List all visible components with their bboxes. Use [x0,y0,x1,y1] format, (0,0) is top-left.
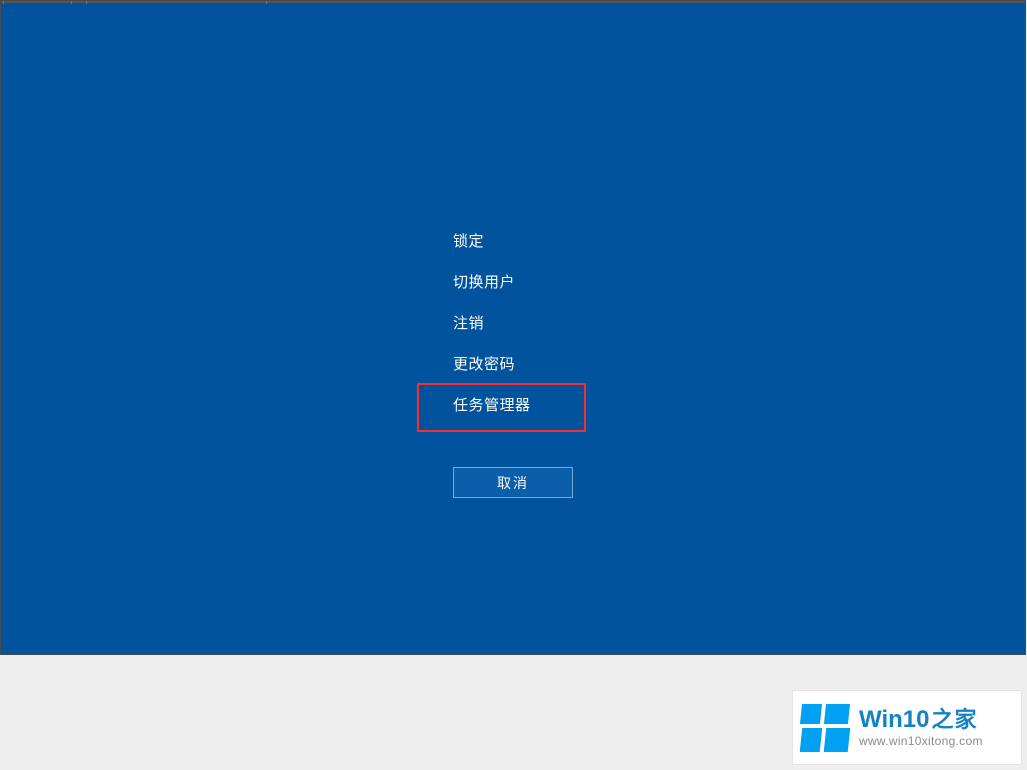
top-ticks [1,1,1025,4]
watermark-url: www.win10xitong.com [859,735,983,749]
options-menu: 锁定 切换用户 注销 更改密码 任务管理器 [453,221,653,426]
menu-item-change-password[interactable]: 更改密码 [453,344,653,385]
menu-item-lock[interactable]: 锁定 [453,221,653,262]
windows-logo-icon [801,704,849,752]
security-options-screen: 锁定 切换用户 注销 更改密码 任务管理器 取消 [1,1,1025,654]
cancel-button-label: 取消 [497,473,529,493]
watermark-title: Win10之家 [859,706,983,734]
watermark-text: Win10之家 www.win10xitong.com [859,706,983,749]
cancel-button[interactable]: 取消 [453,467,573,498]
menu-item-task-manager[interactable]: 任务管理器 [453,385,653,426]
menu-item-switch-user[interactable]: 切换用户 [453,262,653,303]
watermark-title-zh: 之家 [931,707,977,732]
watermark: Win10之家 www.win10xitong.com [793,691,1021,764]
watermark-title-en: Win10 [859,706,929,733]
menu-item-sign-out[interactable]: 注销 [453,303,653,344]
